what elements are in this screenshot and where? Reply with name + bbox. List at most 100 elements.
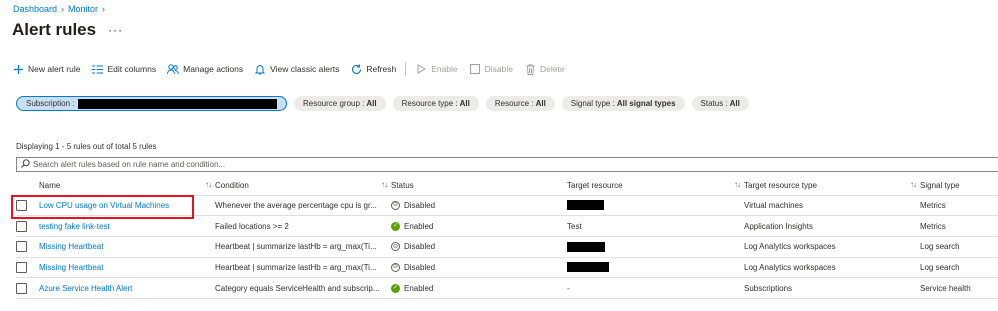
enable-button[interactable]: Enable xyxy=(415,63,458,75)
breadcrumb: Dashboard › Monitor › xyxy=(13,4,105,14)
signal-type-filter-value: All signal types xyxy=(616,99,676,108)
refresh-button[interactable]: Refresh xyxy=(350,63,396,75)
sort-icon[interactable]: ↑↓ xyxy=(910,180,917,189)
condition-cell: Category equals ServiceHealth and subscr… xyxy=(215,277,391,299)
filter-bar: Subscription : Resource group : All Reso… xyxy=(16,96,749,111)
view-classic-alerts-button[interactable]: View classic alerts xyxy=(254,63,339,75)
resource-filter-value: All xyxy=(535,99,546,108)
search-input[interactable] xyxy=(33,160,433,169)
condition-cell: Heartbeat | summarize lastHb = arg_max(T… xyxy=(215,257,391,279)
target-type-cell: Virtual machines xyxy=(744,195,920,217)
sort-icon[interactable]: ↑↓ xyxy=(205,180,212,189)
manage-actions-button[interactable]: Manage actions xyxy=(167,63,243,75)
page-title: Alert rules xyxy=(12,20,97,39)
sort-icon[interactable]: ↑↓ xyxy=(734,180,741,189)
select-column-header xyxy=(16,176,39,196)
table-row[interactable]: Missing Heartbeat Heartbeat | summarize … xyxy=(16,236,998,258)
check-circle-icon: ✓ xyxy=(391,221,400,231)
signal-type-filter[interactable]: Signal type : All signal types xyxy=(561,96,685,111)
signal-type-cell: Metrics xyxy=(920,195,998,217)
table-row[interactable]: Azure Service Health Alert Category equa… xyxy=(16,277,998,299)
disable-button[interactable]: Disable xyxy=(469,63,513,75)
people-icon xyxy=(167,63,179,75)
row-checkbox[interactable] xyxy=(16,261,27,273)
subscription-filter-label: Subscription : xyxy=(26,99,75,108)
signal-type-cell: Log search xyxy=(920,236,998,258)
condition-cell: Heartbeat | summarize lastHb = arg_max(T… xyxy=(215,236,391,258)
subscription-filter[interactable]: Subscription : xyxy=(16,96,287,111)
redacted-subscription xyxy=(78,98,277,109)
column-header-target-resource-label: Target resource xyxy=(567,180,623,190)
status-cell: ⊖ Disabled xyxy=(391,262,567,272)
rule-name-link[interactable]: Missing Heartbeat xyxy=(39,242,103,251)
disable-label: Disable xyxy=(484,64,514,74)
column-header-status[interactable]: Status xyxy=(391,176,567,196)
enable-label: Enable xyxy=(431,64,458,74)
resource-type-filter-value: All xyxy=(459,99,470,108)
resource-filter[interactable]: Resource : All xyxy=(485,96,555,111)
resource-type-filter[interactable]: Resource type : All xyxy=(392,96,479,111)
sort-icon[interactable]: ↑↓ xyxy=(381,180,388,189)
redacted-target-resource xyxy=(567,262,609,273)
chevron-right-icon: › xyxy=(61,4,65,14)
row-checkbox[interactable] xyxy=(16,220,27,232)
resource-group-filter-value: All xyxy=(366,99,377,108)
target-type-cell: Log Analytics workspaces xyxy=(744,257,920,279)
toolbar-divider xyxy=(405,62,407,76)
chevron-right-icon: › xyxy=(102,4,106,14)
more-options-button[interactable]: ··· xyxy=(108,23,123,37)
delete-label: Delete xyxy=(540,64,565,74)
condition-cell: Failed locations >= 2 xyxy=(215,215,391,237)
refresh-label: Refresh xyxy=(366,64,397,74)
column-header-status-label: Status xyxy=(391,180,414,190)
table-row[interactable]: testing fake link-test Failed locations … xyxy=(16,215,998,237)
target-type-cell: Subscriptions xyxy=(744,277,920,299)
resource-group-filter[interactable]: Resource group : All xyxy=(294,96,386,111)
column-header-condition[interactable]: Condition ↑↓ xyxy=(215,176,391,196)
delete-button[interactable]: Delete xyxy=(524,63,565,75)
trash-icon xyxy=(524,63,536,75)
search-box[interactable] xyxy=(16,157,998,172)
table-row[interactable]: Low CPU usage on Virtual Machines Whenev… xyxy=(16,195,998,217)
breadcrumb-dashboard[interactable]: Dashboard xyxy=(13,4,57,14)
redacted-target-resource xyxy=(567,241,605,252)
disabled-status-icon: ⊖ xyxy=(391,200,400,210)
status-filter-label: Status : xyxy=(700,99,728,108)
table-row[interactable]: Missing Heartbeat Heartbeat | summarize … xyxy=(16,257,998,279)
status-filter[interactable]: Status : All xyxy=(691,96,749,111)
edit-columns-button[interactable]: Edit columns xyxy=(91,63,156,75)
table-header-row: Name ↑↓ Condition ↑↓ Status Target resou… xyxy=(16,176,998,196)
rule-name-link[interactable]: Azure Service Health Alert xyxy=(39,284,132,293)
condition-cell: Whenever the average percentage cpu is g… xyxy=(215,195,391,217)
rule-name-link[interactable]: Missing Heartbeat xyxy=(39,263,103,272)
status-label: Enabled xyxy=(404,221,434,231)
status-label: Disabled xyxy=(404,262,436,272)
column-header-target-resource-type-label: Target resource type xyxy=(744,180,817,190)
search-icon xyxy=(21,159,30,170)
column-header-name[interactable]: Name ↑↓ xyxy=(39,176,215,196)
breadcrumb-monitor[interactable]: Monitor xyxy=(68,4,98,14)
status-cell: ⊖ Disabled xyxy=(391,200,567,210)
signal-type-cell: Log search xyxy=(920,257,998,279)
row-checkbox[interactable] xyxy=(16,241,27,253)
status-label: Disabled xyxy=(404,200,436,210)
row-checkbox[interactable] xyxy=(16,282,27,294)
row-checkbox[interactable] xyxy=(16,199,27,211)
target-resource-cell: - xyxy=(567,277,744,299)
column-header-target-resource-type[interactable]: Target resource type ↑↓ xyxy=(744,176,920,196)
target-type-cell: Application Insights xyxy=(744,215,920,237)
status-filter-value: All xyxy=(729,99,740,108)
column-header-signal-type[interactable]: Signal type xyxy=(920,176,998,196)
rule-name-link[interactable]: Low CPU usage on Virtual Machines xyxy=(39,201,169,210)
edit-columns-label: Edit columns xyxy=(107,64,157,74)
resource-filter-label: Resource : xyxy=(494,99,534,108)
status-label: Enabled xyxy=(404,283,434,293)
page-title-container: Alert rules ··· xyxy=(12,20,123,40)
new-alert-rule-button[interactable]: New alert rule xyxy=(12,63,80,75)
column-header-target-resource[interactable]: Target resource ↑↓ xyxy=(567,176,744,196)
play-icon xyxy=(415,63,427,75)
column-header-name-label: Name xyxy=(39,180,61,190)
rule-name-link[interactable]: testing fake link-test xyxy=(39,222,110,231)
status-label: Disabled xyxy=(404,242,436,252)
status-cell: ✓ Enabled xyxy=(391,221,567,231)
